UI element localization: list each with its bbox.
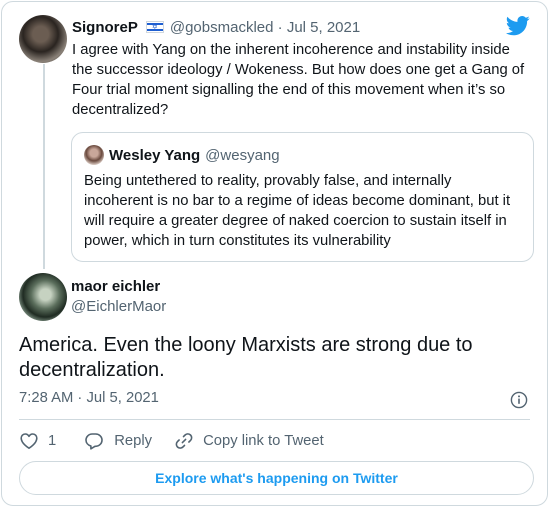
- quoted-avatar: [84, 145, 104, 165]
- quoted-tweet-header: Wesley Yang @wesyang: [109, 145, 280, 165]
- quoted-tweet-text: Being untethered to reality, provably fa…: [84, 173, 511, 249]
- reply-label: Reply: [114, 433, 153, 449]
- tweet-date[interactable]: Jul 5, 2021: [86, 390, 158, 406]
- action-bar: 1 Reply Copy link to Tweet: [19, 430, 346, 452]
- parent-date[interactable]: Jul 5, 2021: [287, 19, 360, 36]
- separator-dot: ·: [277, 18, 283, 36]
- link-icon: [175, 433, 193, 449]
- parent-author-name[interactable]: SignoreP: [72, 19, 138, 36]
- parent-tweet-text: I agree with Yang on the inherent incohe…: [72, 42, 525, 118]
- reply-button[interactable]: Reply: [84, 431, 152, 451]
- main-avatar[interactable]: [19, 273, 67, 321]
- main-tweet-text: America. Even the loony Marxists are str…: [19, 334, 473, 381]
- timestamp[interactable]: 7:28 AM · Jul 5, 2021: [19, 390, 159, 406]
- copy-link-button[interactable]: Copy link to Tweet: [174, 431, 324, 451]
- parent-tweet-header: SignoreP ✡ @gobsmackled · Jul 5, 2021: [72, 17, 360, 37]
- separator-dot: ·: [77, 390, 83, 406]
- quoted-author-name: Wesley Yang: [109, 146, 201, 164]
- parent-author-handle[interactable]: @gobsmackled: [170, 19, 274, 36]
- main-author-name[interactable]: maor eichler: [71, 278, 160, 295]
- israel-flag-icon: ✡: [145, 21, 164, 33]
- twitter-bird-icon[interactable]: [506, 16, 530, 36]
- thread-line: [43, 64, 45, 269]
- copy-link-label: Copy link to Tweet: [203, 433, 324, 449]
- info-icon[interactable]: [510, 391, 528, 409]
- embedded-tweet-card: SignoreP ✡ @gobsmackled · Jul 5, 2021 I …: [1, 1, 548, 506]
- heart-icon: [20, 433, 38, 449]
- tweet-time[interactable]: 7:28 AM: [19, 390, 73, 406]
- quoted-author-handle: @wesyang: [205, 146, 280, 164]
- divider: [19, 419, 530, 420]
- like-button[interactable]: 1: [19, 431, 56, 451]
- main-author-handle[interactable]: @EichlerMaor: [71, 298, 166, 315]
- reply-bubble-icon: [85, 433, 104, 450]
- parent-avatar[interactable]: [19, 15, 67, 63]
- like-count: 1: [48, 433, 57, 449]
- explore-button[interactable]: Explore what's happening on Twitter: [19, 461, 534, 495]
- quoted-tweet[interactable]: Wesley Yang @wesyang Being untethered to…: [71, 132, 534, 262]
